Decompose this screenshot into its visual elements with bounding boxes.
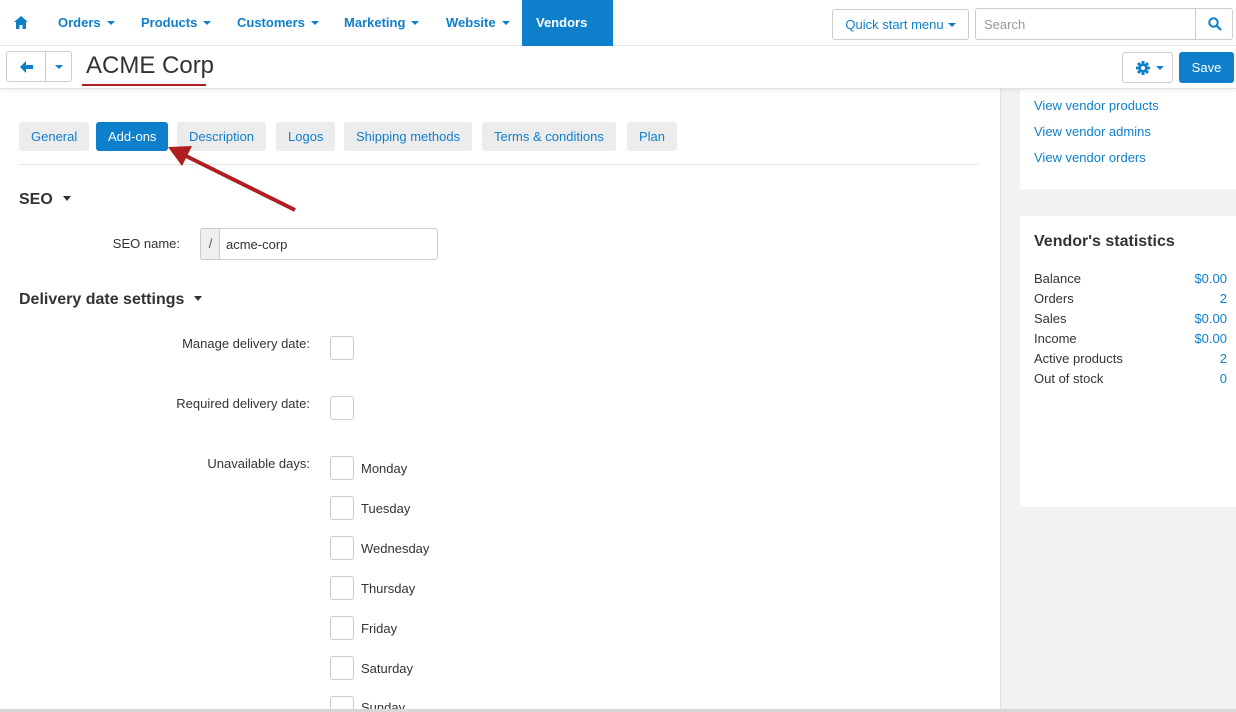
stat-label: Balance [1034, 271, 1081, 286]
seo-name-input[interactable] [219, 228, 438, 260]
back-button[interactable] [6, 51, 46, 82]
quick-start-menu-button[interactable]: Quick start menu [832, 9, 969, 40]
vendor-sidebar: View vendor products View vendor admins … [1000, 89, 1236, 712]
nav-website-label: Website [446, 15, 496, 30]
thursday-checkbox[interactable] [330, 576, 354, 600]
view-vendor-admins-link[interactable]: View vendor admins [1034, 124, 1151, 139]
nav-vendors-label: Vendors [536, 15, 588, 30]
view-vendor-products-link[interactable]: View vendor products [1034, 98, 1159, 113]
chevron-down-icon [411, 21, 420, 25]
chevron-down-icon [310, 21, 319, 25]
monday-checkbox[interactable] [330, 456, 354, 480]
seo-name-prefix: / [200, 228, 220, 260]
stat-value[interactable]: $0.00 [1194, 311, 1227, 326]
vendor-statistics-title: Vendor's statistics [1034, 233, 1175, 250]
stat-label: Out of stock [1034, 371, 1104, 386]
stat-value[interactable]: 2 [1220, 291, 1227, 306]
stat-row-income: Income $0.00 [1034, 331, 1227, 351]
stat-row-out-of-stock: Out of stock 0 [1034, 371, 1227, 391]
chevron-down-icon [501, 21, 510, 25]
title-underline-annotation [82, 84, 206, 86]
annotation-arrow [168, 146, 296, 212]
settings-dropdown-button[interactable] [1122, 52, 1173, 83]
stat-value[interactable]: $0.00 [1194, 271, 1227, 286]
saturday-label: Saturday [361, 661, 414, 676]
tab-terms-conditions[interactable]: Terms & conditions [482, 122, 616, 151]
nav-orders[interactable]: Orders [44, 0, 129, 46]
gear-icon [1136, 61, 1150, 78]
save-button[interactable]: Save [1179, 52, 1234, 83]
chevron-down-icon [55, 65, 63, 69]
friday-checkbox[interactable] [330, 616, 354, 640]
nav-marketing[interactable]: Marketing [330, 0, 433, 46]
monday-label: Monday [361, 461, 408, 476]
quick-start-label: Quick start menu [845, 17, 944, 32]
unavailable-days-label: Unavailable days: [207, 456, 310, 471]
nav-products[interactable]: Products [127, 0, 225, 46]
stat-row-active-products: Active products 2 [1034, 351, 1227, 371]
wednesday-label: Wednesday [361, 541, 430, 556]
nav-website[interactable]: Website [432, 0, 524, 46]
back-dropdown-button[interactable] [45, 51, 72, 82]
page-header: ACME Corp Save [0, 46, 1236, 89]
chevron-down-icon [106, 21, 115, 25]
stat-value[interactable]: $0.00 [1194, 331, 1227, 346]
stat-label: Orders [1034, 291, 1074, 306]
seo-section-title: SEO [19, 191, 53, 208]
tuesday-checkbox[interactable] [330, 496, 354, 520]
page-title: ACME Corp [86, 52, 215, 79]
vendor-links-panel: View vendor products View vendor admins … [1020, 89, 1236, 189]
nav-vendors[interactable]: Vendors [522, 0, 613, 71]
seo-section-toggle[interactable]: SEO [19, 191, 71, 209]
stat-value[interactable]: 2 [1220, 351, 1227, 366]
vendor-statistics-panel: Vendor's statistics Balance $0.00 Orders 2… [1020, 216, 1236, 507]
required-delivery-date-checkbox[interactable] [330, 396, 354, 420]
stat-label: Sales [1034, 311, 1067, 326]
delivery-section-title: Delivery date settings [19, 291, 185, 308]
chevron-down-icon [62, 196, 71, 201]
delivery-section-toggle[interactable]: Delivery date settings [19, 291, 203, 309]
manage-delivery-date-label: Manage delivery date: [182, 336, 310, 351]
thursday-label: Thursday [361, 581, 416, 596]
nav-customers-label: Customers [237, 15, 305, 30]
saturday-checkbox[interactable] [330, 656, 354, 680]
view-vendor-orders-link[interactable]: View vendor orders [1034, 150, 1146, 165]
tab-plan[interactable]: Plan [627, 122, 678, 151]
stat-value[interactable]: 0 [1220, 371, 1227, 386]
chevron-down-icon [203, 21, 212, 25]
nav-customers[interactable]: Customers [223, 0, 333, 46]
nav-marketing-label: Marketing [344, 15, 406, 30]
manage-delivery-date-checkbox[interactable] [330, 336, 354, 360]
seo-name-label: SEO name: [112, 236, 180, 251]
search-button[interactable] [1195, 8, 1233, 40]
chevron-down-icon [1156, 66, 1164, 70]
tab-shipping-methods[interactable]: Shipping methods [344, 122, 473, 151]
tab-add-ons[interactable]: Add-ons [96, 122, 169, 151]
search-input[interactable] [975, 8, 1196, 40]
wednesday-checkbox[interactable] [330, 536, 354, 560]
stat-row-orders: Orders 2 [1034, 291, 1227, 311]
stat-row-sales: Sales $0.00 [1034, 311, 1227, 331]
friday-label: Friday [361, 621, 398, 636]
search-icon [1208, 17, 1222, 34]
tab-general[interactable]: General [19, 122, 90, 151]
stat-label: Income [1034, 331, 1077, 346]
nav-products-label: Products [141, 15, 198, 30]
required-delivery-date-label: Required delivery date: [176, 396, 310, 411]
nav-orders-label: Orders [58, 15, 101, 30]
home-icon[interactable] [14, 16, 28, 30]
tuesday-label: Tuesday [361, 501, 411, 516]
stat-label: Active products [1034, 351, 1123, 366]
top-navigation: Orders Products Customers Marketing Webs… [0, 0, 1236, 71]
chevron-down-icon [194, 296, 203, 301]
chevron-down-icon [947, 23, 956, 27]
stat-row-balance: Balance $0.00 [1034, 271, 1227, 291]
arrow-left-icon [20, 61, 33, 76]
